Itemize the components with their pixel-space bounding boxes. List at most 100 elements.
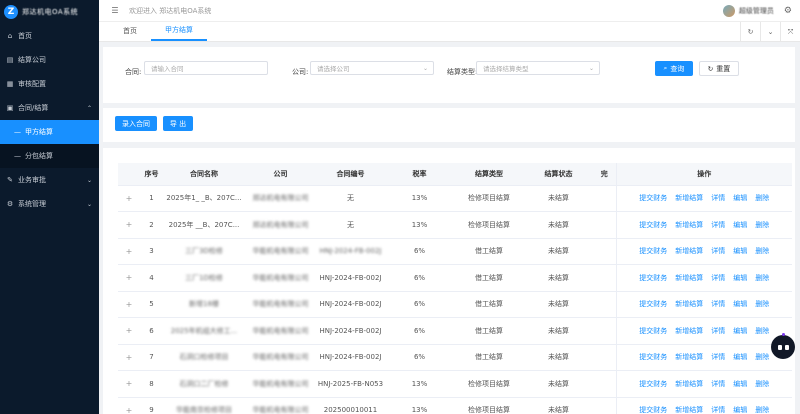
delete-link[interactable]: 删除	[755, 380, 769, 388]
import-contract-button[interactable]: 录入合同	[115, 116, 157, 131]
expand-icon[interactable]: +	[118, 238, 140, 265]
cell-index-text: 7	[149, 353, 154, 362]
column-header: 结算状态	[524, 163, 593, 186]
expand-icon[interactable]: +	[118, 370, 140, 398]
reset-button[interactable]: ↻ 重置	[699, 61, 739, 76]
details-link[interactable]: 详情	[711, 194, 725, 202]
cell-tax-rate: 6%	[385, 317, 454, 345]
cell-contract-code: HNJ-2024-FB-002J	[316, 264, 385, 292]
settlement-type-select[interactable]: 请选择结算类型 ⌄	[476, 61, 600, 75]
submit-finance-link[interactable]: 提交财务	[639, 247, 667, 255]
cell-settlement-status-text: 未结算	[548, 326, 569, 335]
details-link[interactable]: 详情	[711, 247, 725, 255]
assistant-robot-icon[interactable]	[771, 333, 795, 359]
sidebar-item-2[interactable]: ▦ 审核配置	[0, 72, 99, 96]
delete-link[interactable]: 删除	[755, 194, 769, 202]
cell-operations: 提交财务 新增结算 详情 编辑 删除	[615, 185, 792, 212]
sidebar-item-1[interactable]: ▤ 结算公司	[0, 48, 99, 72]
add-settlement-link[interactable]: 新增结算	[675, 406, 703, 414]
tab-home[interactable]: 首页	[109, 21, 151, 41]
edit-link[interactable]: 编辑	[733, 274, 747, 282]
refresh-icon[interactable]: ↻	[740, 22, 760, 42]
cell-index: 9	[140, 397, 163, 414]
cell-contract-code: HNJ-2024-FB-002J	[316, 238, 385, 265]
details-link[interactable]: 详情	[711, 300, 725, 308]
submit-finance-link[interactable]: 提交财务	[639, 406, 667, 414]
cell-completion	[593, 370, 616, 398]
add-settlement-link[interactable]: 新增结算	[675, 194, 703, 202]
edit-link[interactable]: 编辑	[733, 221, 747, 229]
cell-index-text: 3	[149, 247, 154, 256]
delete-link[interactable]: 删除	[755, 221, 769, 229]
details-link[interactable]: 详情	[711, 221, 725, 229]
add-settlement-link[interactable]: 新增结算	[675, 247, 703, 255]
tabs-bar: 首页 甲方结算 ↻ ⌄ ⤧	[99, 22, 800, 42]
expand-icon[interactable]: +	[118, 264, 140, 292]
cell-contract-code-text: HNJ-2025-FB-N053	[317, 379, 384, 388]
details-link[interactable]: 详情	[711, 380, 725, 388]
expand-icon[interactable]: +	[118, 344, 140, 371]
delete-link[interactable]: 删除	[755, 406, 769, 414]
add-settlement-link[interactable]: 新增结算	[675, 300, 703, 308]
edit-link[interactable]: 编辑	[733, 406, 747, 414]
cell-contract-name-text: 2025年机组大修工...	[170, 326, 238, 335]
expand-icon[interactable]: +	[118, 291, 140, 318]
cell-contract-name-text: 华能南京检修项目	[176, 406, 232, 414]
delete-link[interactable]: 删除	[755, 247, 769, 255]
edit-link[interactable]: 编辑	[733, 194, 747, 202]
username[interactable]: 超级管理员	[739, 6, 774, 16]
company-select[interactable]: 请选择公司 ⌄	[310, 61, 434, 75]
delete-link[interactable]: 删除	[755, 274, 769, 282]
submit-finance-link[interactable]: 提交财务	[639, 300, 667, 308]
edit-link[interactable]: 编辑	[733, 327, 747, 335]
edit-link[interactable]: 编辑	[733, 353, 747, 361]
add-settlement-link[interactable]: 新增结算	[675, 274, 703, 282]
header-right: 超级管理员 ⚙	[722, 0, 792, 22]
expand-icon[interactable]: +	[118, 317, 140, 345]
chevron-up-icon: ⌃	[86, 104, 92, 112]
cell-settlement-status-text: 未结算	[548, 379, 569, 388]
robot-eye-right	[784, 344, 789, 350]
submit-finance-link[interactable]: 提交财务	[639, 274, 667, 282]
add-settlement-link[interactable]: 新增结算	[675, 221, 703, 229]
sidebar-subitem-0[interactable]: — 甲方结算	[0, 120, 99, 144]
submit-finance-link[interactable]: 提交财务	[639, 327, 667, 335]
submit-finance-link[interactable]: 提交财务	[639, 221, 667, 229]
cell-completion	[593, 238, 616, 265]
delete-link[interactable]: 删除	[755, 353, 769, 361]
add-settlement-link[interactable]: 新增结算	[675, 380, 703, 388]
expand-icon[interactable]: +	[118, 397, 140, 414]
submit-finance-link[interactable]: 提交财务	[639, 353, 667, 361]
delete-link[interactable]: 删除	[755, 327, 769, 335]
cell-index: 4	[140, 264, 163, 292]
add-settlement-link[interactable]: 新增结算	[675, 353, 703, 361]
add-settlement-link[interactable]: 新增结算	[675, 327, 703, 335]
query-button[interactable]: ⌕ 查询	[655, 61, 693, 76]
delete-link[interactable]: 删除	[755, 300, 769, 308]
details-link[interactable]: 详情	[711, 406, 725, 414]
contract-input[interactable]: 请输入合同	[144, 61, 268, 75]
submit-finance-link[interactable]: 提交财务	[639, 380, 667, 388]
chevron-down-icon[interactable]: ⌄	[760, 22, 780, 42]
fullscreen-icon[interactable]: ⤧	[780, 22, 800, 42]
edit-link[interactable]: 编辑	[733, 247, 747, 255]
sidebar-item-3[interactable]: ▣ 合同/结算 ⌃	[0, 96, 99, 120]
settings-gear-icon[interactable]: ⚙	[784, 6, 792, 16]
details-link[interactable]: 详情	[711, 327, 725, 335]
tab-party-a-settlement[interactable]: 甲方结算	[151, 21, 207, 41]
avatar[interactable]	[722, 5, 735, 17]
edit-link[interactable]: 编辑	[733, 300, 747, 308]
edit-link[interactable]: 编辑	[733, 380, 747, 388]
submit-finance-link[interactable]: 提交财务	[639, 194, 667, 202]
sidebar-item-5[interactable]: ⚙ 系统管理 ⌄	[0, 192, 99, 216]
details-link[interactable]: 详情	[711, 353, 725, 361]
cell-contract-name-text: 三厂3D检修	[185, 247, 223, 256]
sidebar-subitem-1[interactable]: — 分包结算	[0, 144, 99, 168]
sidebar-item-0[interactable]: ⌂ 首页	[0, 24, 99, 48]
hamburger-icon[interactable]: ☰	[105, 6, 125, 15]
expand-icon[interactable]: +	[118, 211, 140, 239]
expand-icon[interactable]: +	[118, 185, 140, 212]
details-link[interactable]: 详情	[711, 274, 725, 282]
sidebar-item-4[interactable]: ✎ 业务审批 ⌄	[0, 168, 99, 192]
export-button[interactable]: 导 出	[163, 116, 193, 131]
